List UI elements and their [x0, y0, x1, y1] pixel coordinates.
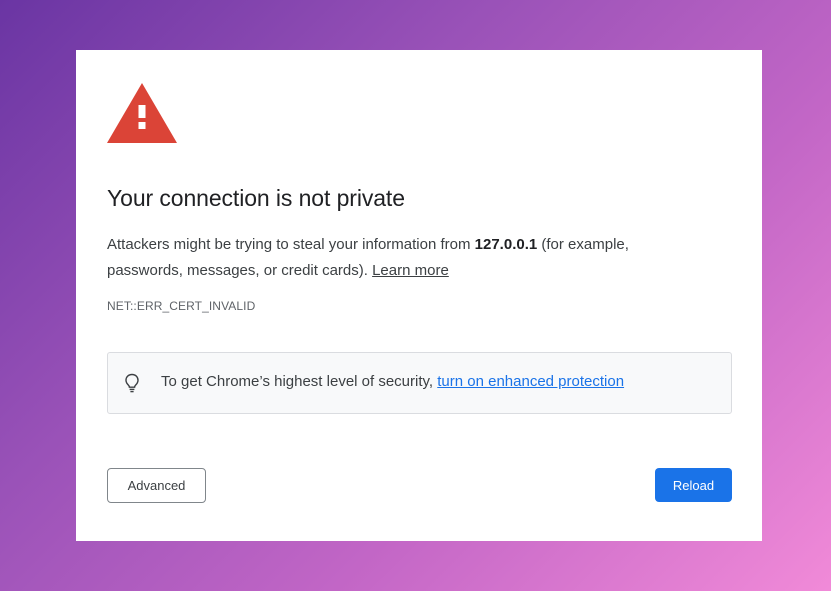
- warning-triangle-icon: [107, 83, 177, 143]
- error-description: Attackers might be trying to steal your …: [107, 232, 707, 284]
- page-title: Your connection is not private: [107, 185, 405, 211]
- interstitial-card: Your connection is not private Attackers…: [76, 50, 762, 541]
- message-text-before: Attackers might be trying to steal your …: [107, 236, 475, 253]
- enhanced-protection-link[interactable]: turn on enhanced protection: [437, 373, 624, 390]
- advanced-button[interactable]: Advanced: [107, 468, 206, 503]
- host-name: 127.0.0.1: [474, 236, 538, 253]
- reload-button[interactable]: Reload: [655, 468, 732, 502]
- learn-more-link[interactable]: Learn more: [372, 262, 449, 279]
- lightbulb-icon: [124, 373, 140, 393]
- security-tip-box: To get Chrome’s highest level of securit…: [107, 352, 732, 414]
- security-tip-text: To get Chrome’s highest level of securit…: [161, 373, 624, 390]
- security-tip-label: To get Chrome’s highest level of securit…: [161, 373, 438, 390]
- error-code: NET::ERR_CERT_INVALID: [107, 299, 256, 313]
